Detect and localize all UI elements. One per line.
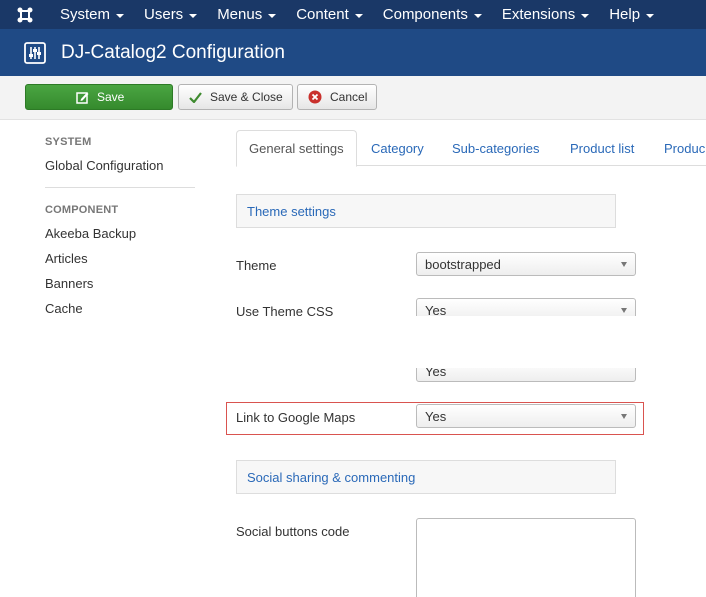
theme-settings-legend: Theme settings	[236, 194, 616, 228]
dropdown-arrow-icon	[621, 308, 627, 313]
theme-select[interactable]: bootstrapped	[416, 252, 636, 276]
tab-product-list[interactable]: Product list	[570, 130, 634, 166]
top-navigation: System Users Menus Content Components Ex…	[0, 0, 706, 29]
obscured-region	[236, 316, 411, 368]
save-label: Save	[97, 90, 125, 104]
config-tabs: General settings Category Sub-categories…	[236, 130, 706, 167]
nav-menu-content[interactable]: Content	[286, 0, 373, 29]
social-sharing-legend: Social sharing & commenting	[236, 460, 616, 494]
joomla-logo-icon[interactable]	[0, 0, 50, 29]
nav-label: Components	[382, 6, 468, 23]
sidebar-item-cache[interactable]: Cache	[45, 301, 195, 316]
nav-menu-users[interactable]: Users	[134, 0, 207, 29]
social-buttons-code-label: Social buttons code	[236, 524, 350, 539]
save-close-label: Save & Close	[210, 90, 283, 104]
caret-down-icon	[581, 13, 590, 18]
nav-menu-menus[interactable]: Menus	[207, 0, 286, 29]
obscured-region	[416, 316, 646, 368]
sidebar-item-banners[interactable]: Banners	[45, 276, 195, 291]
cancel-label: Cancel	[330, 90, 368, 104]
dropdown-arrow-icon	[621, 414, 627, 419]
nav-label: Menus	[217, 6, 263, 23]
page-header: DJ-Catalog2 Configuration	[0, 29, 706, 76]
nav-label: Content	[296, 6, 349, 23]
sidebar-heading-component: COMPONENT	[45, 204, 119, 216]
dropdown-arrow-icon	[621, 262, 627, 267]
theme-select-value: bootstrapped	[425, 256, 501, 272]
caret-down-icon	[646, 13, 655, 18]
caret-down-icon	[268, 13, 277, 18]
nav-label: Help	[609, 6, 641, 23]
sidebar: SYSTEM Global Configuration COMPONENT Ak…	[45, 136, 195, 316]
caret-down-icon	[354, 13, 363, 18]
sidebar-heading-system: SYSTEM	[45, 136, 92, 148]
nav-label: Users	[144, 6, 184, 23]
google-maps-value: Yes	[425, 408, 447, 424]
caret-down-icon	[473, 13, 482, 18]
toolbar: Save Save & Close Cancel	[0, 76, 706, 120]
caret-down-icon	[116, 13, 125, 18]
tab-sub-categories[interactable]: Sub-categories	[452, 130, 539, 166]
google-maps-label: Link to Google Maps	[236, 410, 356, 425]
theme-label: Theme	[236, 258, 277, 273]
page-title: DJ-Catalog2 Configuration	[61, 41, 285, 63]
caret-down-icon	[189, 13, 198, 18]
tab-general-settings[interactable]: General settings	[236, 130, 357, 167]
tab-category[interactable]: Category	[371, 130, 424, 166]
cancel-circle-icon	[308, 90, 322, 104]
save-close-button[interactable]: Save & Close	[178, 84, 293, 110]
nav-menu-components[interactable]: Components	[373, 0, 492, 29]
nav-menu-extensions[interactable]: Extensions	[492, 0, 599, 29]
nav-label: Extensions	[501, 6, 576, 23]
cancel-button[interactable]: Cancel	[297, 84, 377, 110]
nav-menu-help[interactable]: Help	[599, 0, 664, 29]
equalizer-icon	[24, 41, 46, 64]
sidebar-divider	[45, 187, 195, 188]
nav-label: System	[60, 6, 111, 23]
save-button[interactable]: Save	[25, 84, 173, 110]
tab-product[interactable]: Produc	[664, 130, 705, 166]
sidebar-item-articles[interactable]: Articles	[45, 251, 195, 266]
check-icon	[189, 91, 202, 103]
sidebar-item-akeeba-backup[interactable]: Akeeba Backup	[45, 226, 195, 241]
edit-icon	[76, 91, 89, 104]
sidebar-item-global-configuration[interactable]: Global Configuration	[45, 158, 195, 173]
nav-menu-system[interactable]: System	[50, 0, 134, 29]
google-maps-select[interactable]: Yes	[416, 404, 636, 428]
social-buttons-code-textarea[interactable]	[416, 518, 636, 597]
